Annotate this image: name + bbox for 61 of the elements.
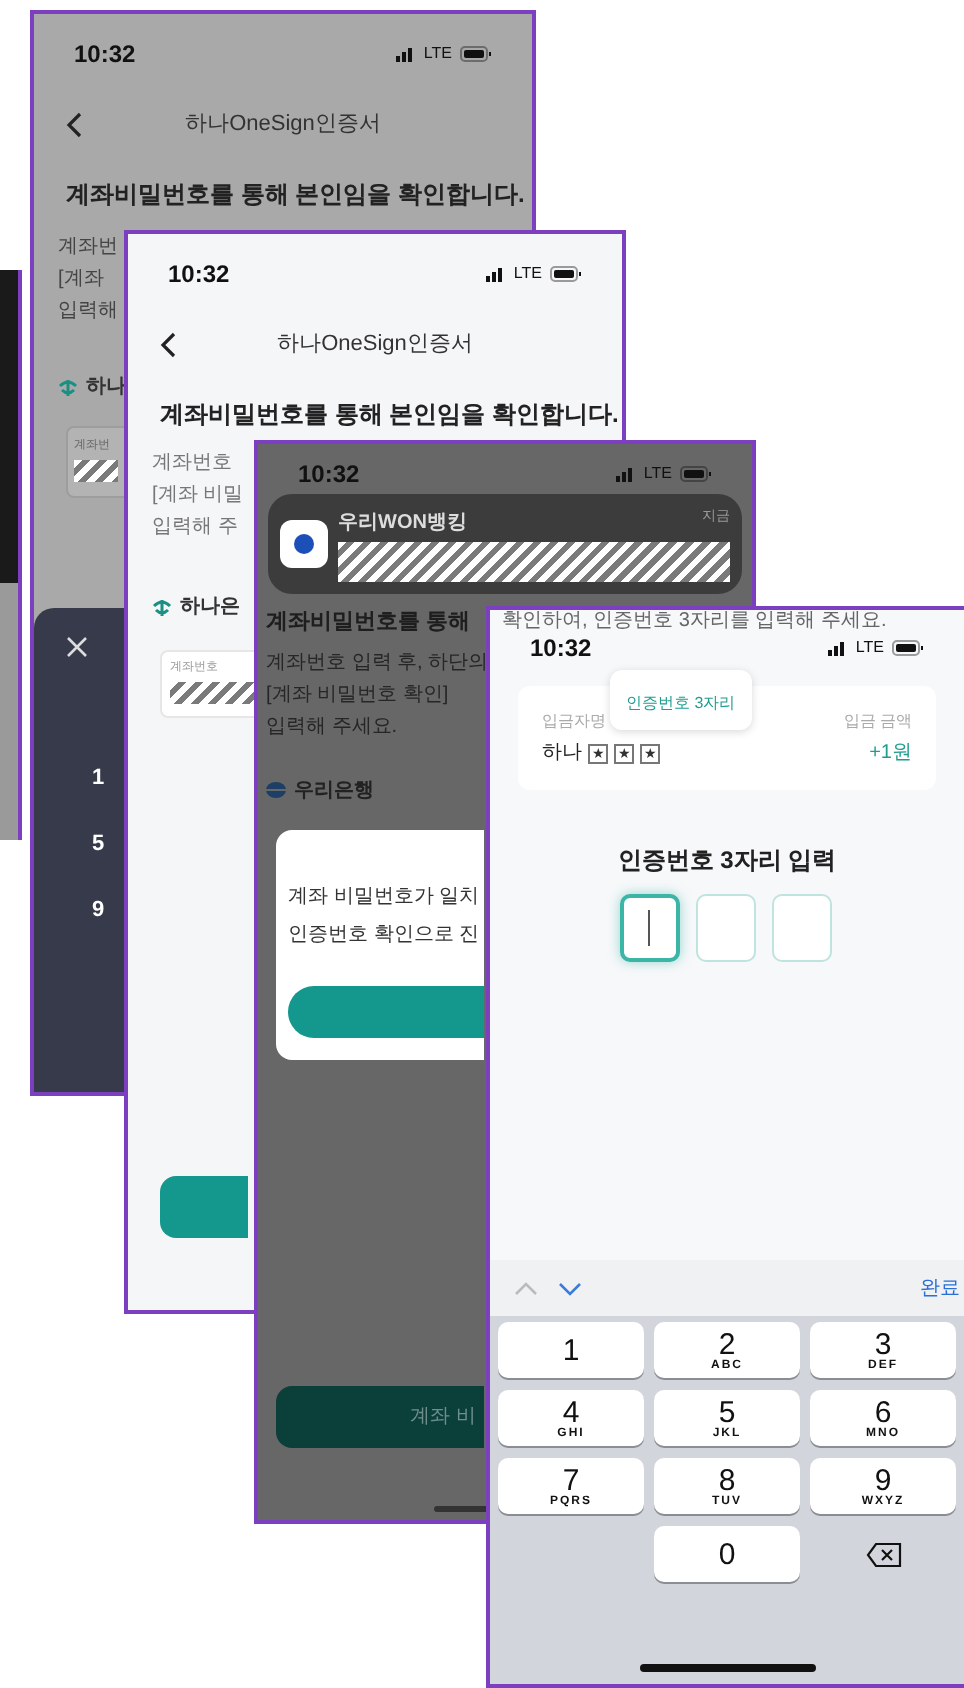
code-input-box[interactable] (619, 894, 679, 962)
depositor-name: 하나 (542, 740, 582, 768)
signal-icon (615, 466, 636, 482)
signal-icon (485, 266, 506, 282)
description-text: [계좌 비밀 (152, 482, 244, 510)
close-icon[interactable] (66, 636, 88, 658)
back-icon[interactable] (160, 331, 176, 357)
overlay-text: 확인하여, 인증번호 3자리를 입력해 주세요. (500, 610, 889, 634)
status-time: 10:32 (168, 258, 230, 292)
description-text: 계좌번호 (152, 450, 232, 478)
amount-value: +1원 (869, 740, 912, 768)
dialog-text: 계좌 비밀번호가 일치 (288, 883, 482, 911)
network-label: LTE (513, 262, 542, 286)
delete-key-icon[interactable] (865, 1541, 901, 1567)
down-chevron-icon[interactable] (558, 1281, 582, 1295)
description-text: 입력해 주 (152, 514, 238, 542)
description-text: 입력해 (58, 298, 118, 326)
back-icon[interactable] (66, 111, 82, 137)
bank-logo-icon (58, 377, 78, 397)
bank-name: 하나 (86, 374, 126, 402)
battery-icon (892, 640, 924, 656)
bank-name: 하나은 (180, 594, 240, 622)
dialog-confirm-button[interactable] (288, 985, 484, 1037)
app-icon (280, 520, 328, 568)
tooltip: 인증번호 3자리 (610, 670, 752, 730)
keypad-key[interactable]: 9 (92, 890, 105, 930)
network-label: LTE (855, 636, 884, 660)
keyboard-key[interactable]: 0 (654, 1526, 800, 1582)
bank-name: 우리은행 (294, 777, 374, 805)
screen-heading: 계좌비밀번호를 통해 본인임을 확인합니다. (64, 178, 527, 212)
battery-icon (550, 266, 582, 282)
network-label: LTE (643, 462, 672, 486)
screen-title: 하나OneSign인증서 (277, 329, 473, 360)
description-text: [계좌 (58, 266, 104, 294)
status-time: 10:32 (74, 38, 136, 72)
network-label: LTE (423, 42, 452, 66)
keypad-key[interactable]: 5 (92, 824, 105, 864)
keyboard-key[interactable]: 1 (498, 1322, 644, 1378)
action-button[interactable] (160, 1176, 248, 1238)
done-button[interactable]: 완료 (920, 1273, 960, 1303)
description-text: 계좌번 (58, 234, 118, 262)
screen-heading: 인증번호 3자리 입력 (617, 844, 837, 878)
keypad-key[interactable]: 1 (92, 758, 105, 798)
status-time: 10:32 (530, 632, 592, 666)
description-text: 입력해 주세요. (266, 713, 398, 741)
text-cursor (648, 910, 650, 946)
battery-icon (460, 46, 492, 62)
dialog-text: 인증번호 확인으로 진 (288, 921, 482, 949)
battery-icon (680, 466, 712, 482)
screen-heading: 계좌비밀번호를 통해 (266, 608, 471, 638)
screen-title: 하나OneSign인증서 (185, 109, 381, 140)
redaction-block (74, 460, 118, 482)
depositor-label: 입금자명 (542, 710, 608, 734)
signal-icon (395, 46, 416, 62)
screen-heading: 계좌비밀번호를 통해 본인임을 확인합니다. (158, 398, 621, 432)
signal-icon (827, 640, 848, 656)
bank-logo-icon (266, 782, 286, 798)
notification-app-name: 우리WON뱅킹 (338, 509, 467, 537)
amount-label: 입금 금액 (843, 710, 912, 734)
bank-logo-icon (152, 597, 172, 617)
status-time: 10:32 (298, 458, 360, 492)
